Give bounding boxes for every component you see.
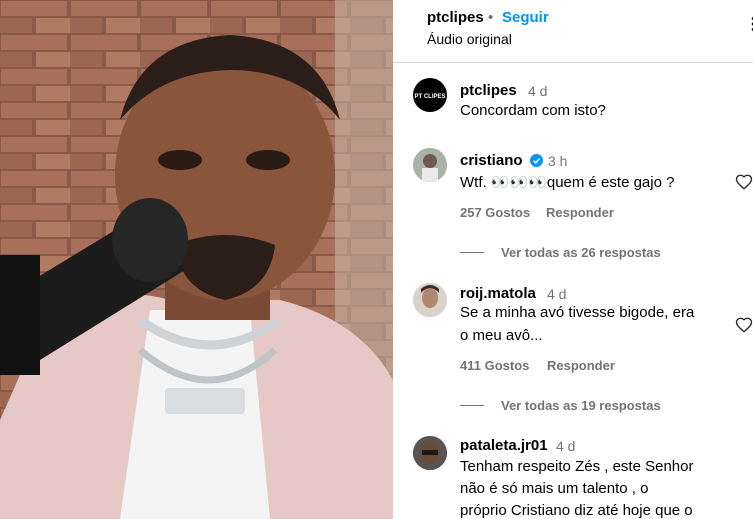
comment-time: 4 d bbox=[547, 286, 567, 302]
verified-badge-icon bbox=[530, 154, 543, 167]
reply-button[interactable]: Responder bbox=[547, 358, 615, 373]
caption-text: Concordam com isto? bbox=[460, 102, 606, 119]
follow-button[interactable]: Seguir bbox=[502, 9, 549, 26]
video-image bbox=[0, 0, 393, 519]
comment-avatar-cristiano[interactable] bbox=[413, 148, 447, 182]
comment-username[interactable]: roij.matola bbox=[460, 285, 536, 302]
comment-username[interactable]: pataleta.jr01 bbox=[460, 437, 548, 454]
comment-likes[interactable]: 411 Gostos bbox=[460, 358, 529, 373]
caption-username[interactable]: ptclipes bbox=[460, 82, 517, 99]
view-replies-button[interactable]: Ver todas as 26 respostas bbox=[501, 245, 661, 260]
comment-text-line: o meu avô... bbox=[460, 327, 543, 344]
avatar-image bbox=[413, 436, 447, 470]
header-separator: • bbox=[488, 9, 494, 26]
comments-panel: ptclipes • Seguir Áudio original ⋮ PT CL… bbox=[393, 0, 753, 519]
post-header: ptclipes • Seguir Áudio original ⋮ bbox=[393, 0, 753, 63]
video-frame[interactable] bbox=[0, 0, 393, 519]
comment-likes[interactable]: 257 Gostos bbox=[460, 205, 530, 220]
view-replies-button[interactable]: Ver todas as 19 respostas bbox=[501, 398, 661, 413]
caption-avatar[interactable]: PT CLIPES bbox=[413, 78, 447, 112]
comment-text: Wtf. 👀👀👀quem é este gajo ? bbox=[460, 174, 675, 191]
svg-text:PT CLIPES: PT CLIPES bbox=[414, 94, 445, 100]
reply-button[interactable]: Responder bbox=[546, 205, 614, 220]
replies-divider bbox=[460, 252, 484, 253]
replies-divider bbox=[460, 405, 484, 406]
header-username[interactable]: ptclipes bbox=[427, 9, 484, 26]
heart-icon[interactable] bbox=[735, 316, 753, 334]
comment-text-line: próprio Cristiano diz até hoje que o bbox=[460, 502, 693, 519]
comment-text-line: Se a minha avó tivesse bigode, era bbox=[460, 304, 695, 321]
caption-time: 4 d bbox=[528, 83, 548, 99]
avatar-image bbox=[413, 283, 447, 317]
heart-icon[interactable] bbox=[735, 173, 753, 191]
more-icon[interactable]: ⋮ bbox=[745, 14, 753, 34]
comment-time: 4 d bbox=[556, 438, 576, 454]
comment-avatar-roij[interactable] bbox=[413, 283, 447, 317]
comment-text-line: Tenham respeito Zés , este Senhor bbox=[460, 458, 694, 475]
avatar-image bbox=[413, 148, 447, 182]
audio-label[interactable]: Áudio original bbox=[427, 31, 512, 47]
comment-text-line: não é só mais um talento , o bbox=[460, 480, 649, 497]
comment-avatar-pataleta[interactable] bbox=[413, 436, 447, 470]
comment-username[interactable]: cristiano bbox=[460, 152, 523, 169]
comment-time: 3 h bbox=[548, 153, 568, 169]
ptclipes-logo-icon: PT CLIPES bbox=[414, 94, 445, 100]
